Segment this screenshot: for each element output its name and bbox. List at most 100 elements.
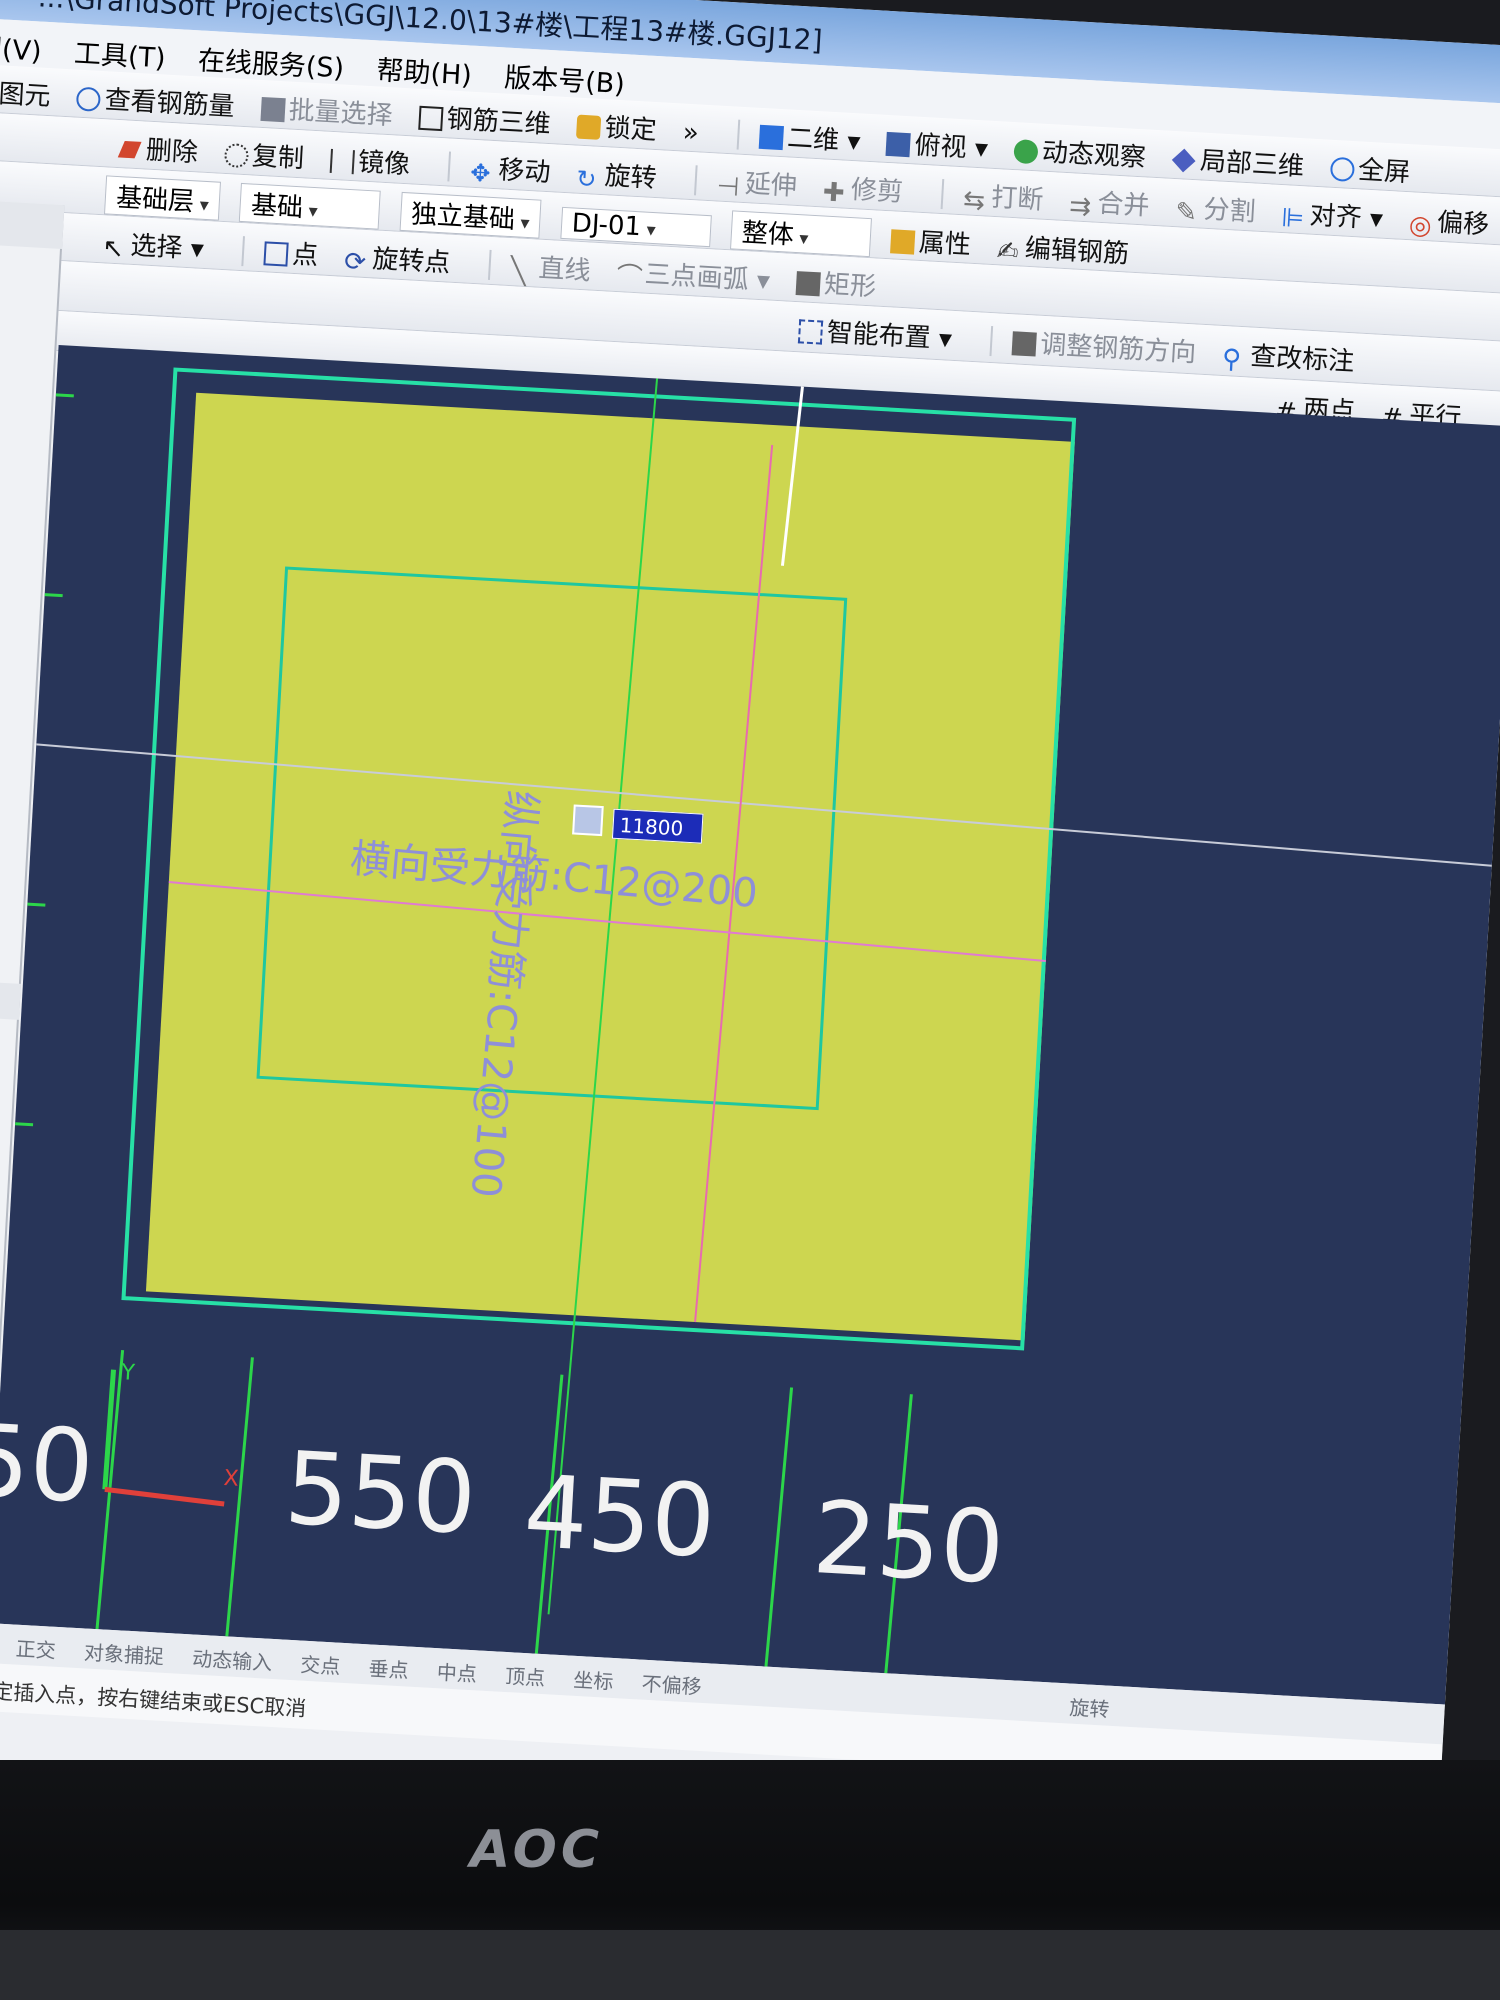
offset-button[interactable]: ◎ 偏移 — [1408, 200, 1490, 242]
check-icon: ⚲ — [1221, 343, 1242, 375]
arc-button[interactable]: ⌒三点画弧 ▾ — [616, 252, 771, 298]
grid-tick — [55, 393, 74, 398]
move-icon: ✥ — [469, 158, 492, 188]
eraser-icon — [118, 140, 142, 159]
monitor-screen: ...\GrandSoft Projects\GGJ\12.0\13#楼\工程1… — [0, 0, 1500, 1845]
merge-icon: ⇉ — [1068, 191, 1092, 223]
object-snap-toggle[interactable]: 对象捕捉 — [83, 1640, 164, 1668]
part-select[interactable]: 整体 — [729, 210, 872, 258]
ortho-toggle[interactable]: 正交 — [15, 1637, 56, 1663]
smart-icon — [798, 319, 824, 345]
left-panel-header: ᵽ × — [0, 978, 21, 1020]
rotate-point-icon: ⟳ — [343, 246, 367, 278]
adjust-icon — [1011, 331, 1037, 357]
extend-icon: ⊣ — [715, 171, 741, 203]
square-icon — [758, 124, 784, 151]
divider — [241, 236, 245, 267]
partial-3d-button[interactable]: 局部三维 — [1171, 139, 1305, 183]
find-element-button[interactable]: 找图元 — [0, 72, 52, 113]
mirror-icon — [329, 148, 355, 175]
adjust-rebar-direction-button[interactable]: 调整钢筋方向 — [1011, 322, 1197, 369]
layer-select[interactable]: 基础层 — [104, 175, 222, 221]
align-icon: ⊫ — [1280, 203, 1305, 235]
point-button[interactable]: 点 — [263, 232, 319, 272]
batch-select-button[interactable]: 批量选择 — [260, 88, 394, 132]
mirror-button[interactable]: 镜像 — [329, 140, 411, 181]
rotate-toggle[interactable]: 旋转 — [1069, 1696, 1110, 1722]
rebar-icon — [76, 86, 102, 112]
rectangle-icon — [795, 271, 821, 297]
edit-rebar-button[interactable]: ✍ 编辑钢筋 — [996, 226, 1130, 270]
properties-icon — [890, 229, 916, 255]
break-icon: ⇆ — [962, 185, 986, 217]
move-button[interactable]: ✥ 移动 — [469, 148, 552, 189]
grid-icon — [418, 105, 444, 132]
split-icon: ✎ — [1174, 197, 1198, 229]
diamond-icon — [1172, 148, 1196, 173]
cube-icon — [885, 131, 912, 158]
dim-label: 250 — [809, 1479, 1008, 1607]
offset-icon: ◎ — [1408, 210, 1433, 242]
merge-button[interactable]: ⇉ 合并 — [1068, 181, 1151, 223]
divider — [487, 249, 492, 280]
lock-button[interactable]: 锁定 — [576, 106, 658, 147]
canvas-drawing — [15, 358, 1492, 1674]
select-button[interactable]: ↖ 选择 ▾ — [102, 223, 205, 266]
rotate-button[interactable]: ↻ 旋转 — [576, 154, 658, 195]
trim-icon: ✚ — [821, 177, 846, 209]
divider — [940, 179, 945, 210]
line-icon: ╲ — [509, 256, 527, 287]
desk-surface — [0, 1930, 1500, 2000]
divider — [447, 151, 452, 182]
divider — [989, 326, 994, 357]
split-button[interactable]: ✎ 分割 — [1174, 187, 1257, 229]
left-panel-tab[interactable]: 割 — [0, 199, 65, 250]
offset-mode-select[interactable]: 不偏移 — [641, 1672, 702, 1699]
brand-logo: AOC — [470, 1820, 604, 1880]
divider — [736, 119, 740, 150]
check-annotation-button[interactable]: ⚲ 查改标注 — [1221, 334, 1355, 378]
orbit-button[interactable]: 动态观察 — [1013, 130, 1147, 174]
rebar-3d-button[interactable]: 钢筋三维 — [418, 97, 552, 141]
axis-y-label: Y — [120, 1360, 136, 1386]
midpoint-snap[interactable]: 中点 — [436, 1660, 477, 1686]
snap-marker — [572, 804, 604, 837]
dim-label: 450 — [520, 1452, 719, 1581]
rotate-point-button[interactable]: ⟳ 旋转点 — [343, 237, 451, 280]
extend-button[interactable]: ⊣ 延伸 — [716, 162, 798, 203]
coordinate-snap[interactable]: 坐标 — [573, 1668, 614, 1694]
axis-x-label: X — [222, 1465, 240, 1492]
zoom-icon — [1329, 156, 1355, 183]
grid-tick — [15, 1122, 34, 1127]
delete-button[interactable]: 删除 — [117, 128, 199, 169]
divider — [693, 165, 698, 196]
dim-line — [764, 1387, 794, 1667]
copy-icon — [223, 142, 249, 169]
dynamic-input-toggle[interactable]: 动态输入 — [192, 1647, 273, 1675]
coordinate-input[interactable]: 11800 — [611, 808, 704, 844]
more-button[interactable]: » — [682, 118, 700, 149]
vertex-snap[interactable]: 顶点 — [505, 1664, 546, 1690]
copy-button[interactable]: 复制 — [223, 134, 305, 175]
view-rebar-button[interactable]: 查看钢筋量 — [76, 78, 236, 124]
category-select[interactable]: 基础 — [239, 182, 382, 230]
perpendicular-snap[interactable]: 垂点 — [368, 1656, 409, 1682]
smart-layout-button[interactable]: 智能布置 ▾ — [798, 310, 953, 356]
type-select[interactable]: 独立基础 — [399, 191, 542, 239]
drawing-canvas[interactable]: 横向受力筋:C12@200 纵向受力筋:C12@100 11800 50 550… — [0, 344, 1500, 1705]
dim-label: 50 — [0, 1401, 97, 1526]
menu-view[interactable]: 图(V) — [0, 33, 42, 68]
trim-button[interactable]: ✚ 修剪 — [821, 167, 904, 209]
fullscreen-button[interactable]: 全屏 — [1329, 148, 1411, 189]
align-button[interactable]: ⊫ 对齐 ▾ — [1281, 193, 1384, 236]
rectangle-button[interactable]: 矩形 — [795, 262, 877, 303]
properties-button[interactable]: 属性 — [890, 220, 972, 261]
line-button[interactable]: ╲ 直线 — [510, 246, 592, 287]
menu-tools[interactable]: 工具(T) — [73, 38, 166, 74]
orbit-icon — [1013, 139, 1039, 165]
top-view-button[interactable]: 俯视 ▾ — [885, 123, 989, 166]
view-2d-button[interactable]: 二维 ▾ — [758, 116, 861, 159]
intersection-snap[interactable]: 交点 — [300, 1653, 341, 1679]
dim-line — [225, 1357, 254, 1637]
break-button[interactable]: ⇆ 打断 — [962, 175, 1044, 217]
